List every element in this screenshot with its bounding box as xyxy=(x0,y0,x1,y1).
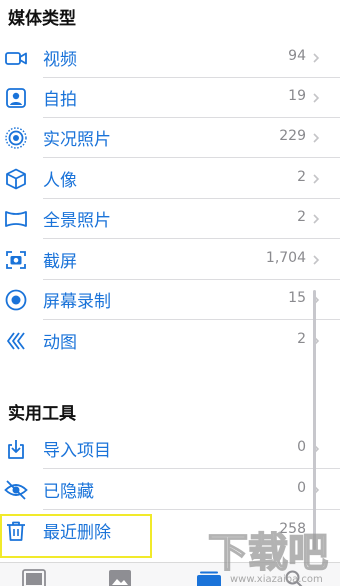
media-row-label: 视频 xyxy=(43,50,77,70)
video-icon xyxy=(5,52,27,65)
chevron-right-icon xyxy=(313,336,320,346)
scroll-indicator[interactable] xyxy=(313,290,316,550)
divider xyxy=(43,468,340,469)
photos-icon[interactable] xyxy=(22,569,46,586)
live-photo-icon xyxy=(5,127,27,149)
media-row-panorama[interactable]: 全景照片 2 xyxy=(0,199,340,239)
media-row-label: 实况照片 xyxy=(43,130,111,150)
divider xyxy=(43,238,340,239)
chevron-right-icon xyxy=(313,485,320,495)
media-types-heading: 媒体类型 xyxy=(8,9,76,29)
media-row-screenshots[interactable]: 截屏 1,704 xyxy=(0,240,340,280)
divider xyxy=(43,509,340,510)
media-row-count: 2 xyxy=(297,331,306,347)
media-row-label: 全景照片 xyxy=(43,211,111,231)
screenshot-icon xyxy=(6,251,26,269)
highlight-box xyxy=(0,514,152,558)
media-row-live-photos[interactable]: 实况照片 229 xyxy=(0,118,340,158)
chevron-right-icon xyxy=(313,174,320,184)
screen-recording-icon xyxy=(5,289,27,311)
media-row-screen-recordings[interactable]: 屏幕录制 15 xyxy=(0,280,340,320)
memories-icon[interactable] xyxy=(108,569,132,586)
utility-row-count: 0 xyxy=(297,480,306,496)
media-row-label: 动图 xyxy=(43,333,77,353)
chevron-right-icon xyxy=(313,214,320,224)
svg-text:下载吧: 下载吧 xyxy=(208,530,328,576)
watermark-logo: 下载吧 www.xiazaiba.com xyxy=(207,529,329,585)
media-row-label: 屏幕录制 xyxy=(43,292,111,312)
utility-row-hidden[interactable]: 已隐藏 0 xyxy=(0,470,340,510)
chevron-right-icon xyxy=(313,444,320,454)
chevron-right-icon xyxy=(313,133,320,143)
media-row-label: 自拍 xyxy=(43,90,77,110)
animated-icon xyxy=(7,332,25,350)
portrait-cube-icon xyxy=(6,168,26,190)
media-row-count: 15 xyxy=(288,290,306,306)
media-row-label: 截屏 xyxy=(43,252,77,272)
import-icon xyxy=(8,440,24,459)
divider xyxy=(43,319,340,320)
media-row-selfie[interactable]: 自拍 19 xyxy=(0,78,340,118)
chevron-right-icon xyxy=(313,93,320,103)
media-row-portrait[interactable]: 人像 2 xyxy=(0,159,340,199)
chevron-right-icon xyxy=(313,53,320,63)
media-row-video[interactable]: 视频 94 xyxy=(0,38,340,78)
albums-screen: 媒体类型 视频 94 自拍 19 实况照片 229 人像 2 全景照片 2 截屏… xyxy=(0,0,340,586)
chevron-right-icon xyxy=(313,295,320,305)
utility-row-label: 已隐藏 xyxy=(43,482,94,502)
svg-text:www.xiazaiba.com: www.xiazaiba.com xyxy=(230,574,323,585)
utilities-heading: 实用工具 xyxy=(8,404,76,424)
media-row-count: 1,704 xyxy=(265,250,306,266)
media-row-animated[interactable]: 动图 2 xyxy=(0,321,340,361)
media-row-label: 人像 xyxy=(43,171,77,191)
media-row-count: 2 xyxy=(297,169,306,185)
media-row-count: 19 xyxy=(288,88,306,104)
selfie-icon xyxy=(6,88,26,108)
hidden-eye-icon xyxy=(4,480,28,500)
divider xyxy=(43,157,340,158)
utility-row-label: 导入项目 xyxy=(43,441,111,461)
utility-row-imports[interactable]: 导入项目 0 xyxy=(0,429,340,469)
panorama-icon xyxy=(5,211,27,227)
chevron-right-icon xyxy=(313,255,320,265)
media-row-count: 2 xyxy=(297,209,306,225)
media-row-count: 94 xyxy=(288,48,306,64)
utility-row-count: 0 xyxy=(297,439,306,455)
media-row-count: 229 xyxy=(279,128,306,144)
